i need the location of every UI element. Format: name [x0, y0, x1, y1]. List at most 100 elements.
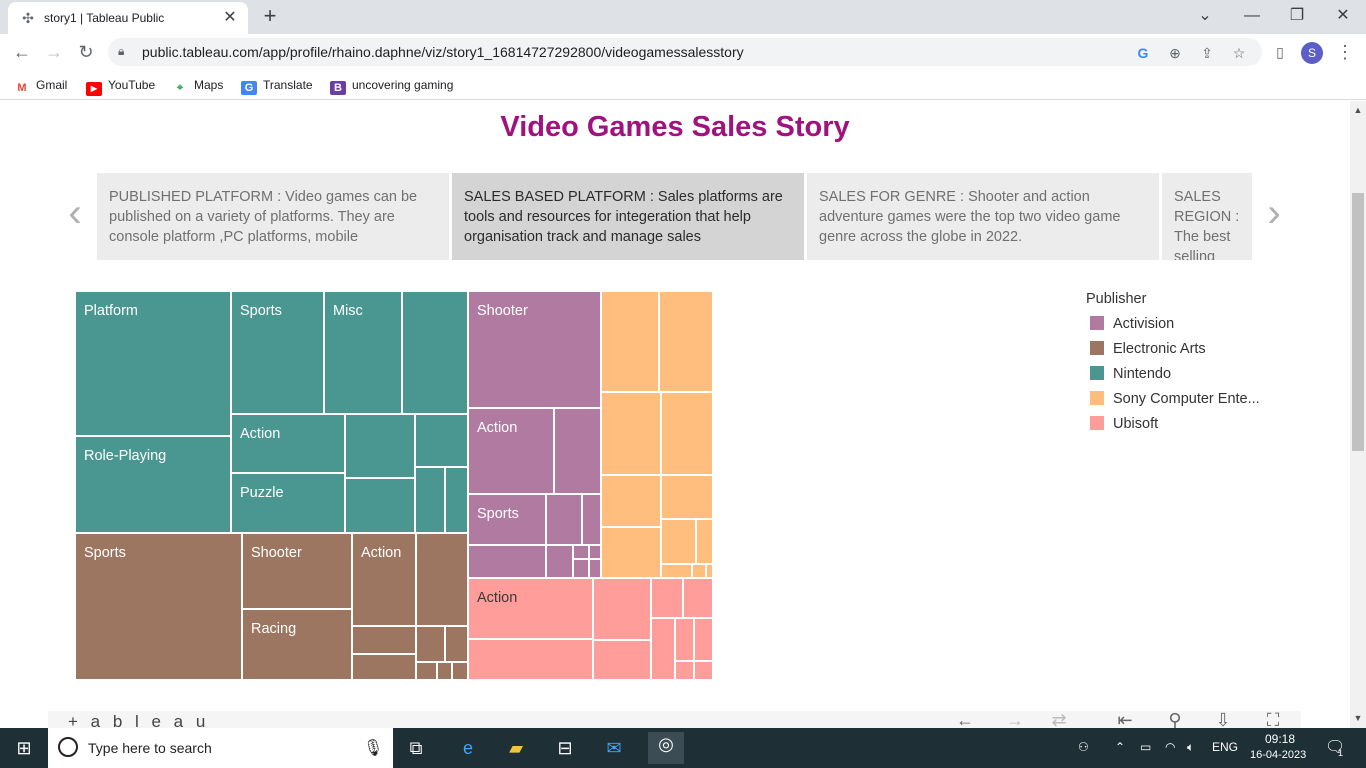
- share-icon[interactable]: ⇪: [1197, 43, 1217, 63]
- story-point-3[interactable]: SALES FOR GENRE : Shooter and action adv…: [807, 173, 1159, 260]
- url-bar[interactable]: 🔒︎ public.tableau.com/app/profile/rhaino…: [108, 38, 1262, 66]
- treemap-cell[interactable]: [706, 564, 713, 578]
- treemap-cell[interactable]: [573, 559, 589, 578]
- treemap-cell[interactable]: [675, 661, 694, 680]
- page-scrollbar[interactable]: ▲ ▼: [1350, 101, 1366, 728]
- legend-item[interactable]: Nintendo: [1090, 366, 1171, 382]
- treemap-cell[interactable]: Platform: [75, 291, 231, 436]
- treemap-cell[interactable]: [601, 475, 661, 527]
- treemap-cell[interactable]: Sports: [75, 533, 242, 680]
- bookmark-youtube[interactable]: ▶ YouTube: [86, 76, 155, 96]
- chrome-icon[interactable]: ◎: [648, 732, 684, 764]
- treemap-cell[interactable]: [546, 494, 582, 545]
- treemap-cell[interactable]: Action: [468, 578, 593, 639]
- windows-start-icon[interactable]: ⊞: [11, 736, 37, 760]
- next-point-chevron-icon[interactable]: ›: [1259, 193, 1289, 237]
- scroll-down-icon[interactable]: ▼: [1353, 713, 1363, 723]
- treemap-cell[interactable]: [696, 519, 713, 564]
- treemap-cell[interactable]: [352, 626, 416, 654]
- treemap-cell[interactable]: [692, 564, 706, 578]
- forward-icon[interactable]: →: [42, 40, 66, 64]
- treemap-cell[interactable]: Shooter: [468, 291, 601, 408]
- treemap-cell[interactable]: [345, 414, 415, 478]
- replay-icon[interactable]: ⇄: [1048, 711, 1070, 728]
- treemap-cell[interactable]: Action: [468, 408, 554, 494]
- revert-icon[interactable]: ⇤: [1114, 711, 1136, 728]
- new-tab-button[interactable]: +: [258, 5, 282, 29]
- language-indicator[interactable]: ENG: [1212, 740, 1238, 754]
- bookmark-uncovering-gaming[interactable]: Buncovering gaming: [330, 76, 453, 95]
- microphone-icon[interactable]: 🎙︎: [363, 738, 383, 758]
- redo-icon[interactable]: →: [1004, 711, 1026, 728]
- treemap-cell[interactable]: Sports: [231, 291, 324, 414]
- treemap-cell[interactable]: [589, 545, 601, 559]
- treemap-cell[interactable]: Sports: [468, 494, 546, 545]
- tab-search-icon[interactable]: ⌄: [1190, 4, 1220, 28]
- edge-icon[interactable]: e: [455, 736, 481, 760]
- prev-point-chevron-icon[interactable]: ‹: [60, 193, 90, 237]
- treemap-cell[interactable]: [402, 291, 468, 414]
- treemap-cell[interactable]: [675, 618, 694, 661]
- bookmark-star-icon[interactable]: ☆: [1229, 43, 1249, 63]
- mail-icon[interactable]: ✉: [601, 736, 627, 760]
- story-point-1[interactable]: PUBLISHED PLATFORM : Video games can be …: [97, 173, 449, 260]
- scroll-up-icon[interactable]: ▲: [1353, 105, 1363, 115]
- treemap-cell[interactable]: [445, 626, 468, 662]
- google-icon[interactable]: G: [1133, 43, 1153, 63]
- treemap-cell[interactable]: [694, 618, 713, 661]
- taskbar-search[interactable]: Type here to search 🎙︎: [48, 728, 393, 768]
- minimize-button[interactable]: —: [1237, 4, 1267, 28]
- treemap-cell[interactable]: [601, 392, 661, 475]
- treemap-cell[interactable]: [589, 559, 601, 578]
- treemap-cell[interactable]: [445, 467, 468, 533]
- legend-item[interactable]: Electronic Arts: [1090, 341, 1206, 357]
- treemap-cell[interactable]: [415, 467, 445, 533]
- treemap-cell[interactable]: [416, 662, 437, 680]
- people-icon[interactable]: ⚇: [1078, 740, 1089, 754]
- treemap-cell[interactable]: [593, 578, 651, 640]
- reload-icon[interactable]: ↻: [74, 40, 98, 64]
- menu-icon[interactable]: ⋮: [1333, 40, 1357, 64]
- treemap-cell[interactable]: [601, 527, 661, 578]
- url-text[interactable]: public.tableau.com/app/profile/rhaino.da…: [142, 44, 744, 60]
- share-viz-icon[interactable]: ⚲: [1164, 711, 1186, 728]
- restore-button[interactable]: ❐: [1282, 4, 1312, 28]
- treemap-cell[interactable]: [415, 414, 468, 467]
- task-view-icon[interactable]: ⧉: [403, 736, 429, 760]
- treemap-cell[interactable]: [416, 533, 468, 626]
- treemap-cell[interactable]: [601, 291, 659, 392]
- undo-icon[interactable]: ←: [954, 711, 976, 728]
- search-input[interactable]: Type here to search: [88, 740, 212, 756]
- volume-icon[interactable]: 🔈︎: [1187, 740, 1194, 755]
- treemap-cell[interactable]: [352, 654, 416, 680]
- story-point-4[interactable]: SALES REGION : The best selling game to …: [1162, 173, 1252, 260]
- scroll-thumb[interactable]: [1352, 193, 1364, 451]
- lock-icon[interactable]: 🔒︎: [118, 44, 132, 60]
- treemap-cell[interactable]: Puzzle: [231, 473, 345, 533]
- bookmark-translate[interactable]: G Translate: [241, 76, 313, 95]
- zoom-icon[interactable]: ⊕: [1165, 43, 1185, 63]
- treemap-cell[interactable]: [468, 545, 546, 578]
- treemap-cell[interactable]: [452, 662, 468, 680]
- legend-item[interactable]: Activision: [1090, 316, 1174, 332]
- treemap-cell[interactable]: Racing: [242, 609, 352, 680]
- show-hidden-icons[interactable]: ⌃: [1115, 740, 1125, 754]
- legend-item[interactable]: Sony Computer Ente...: [1090, 391, 1260, 407]
- treemap-cell[interactable]: [416, 626, 445, 662]
- treemap-cell[interactable]: Role-Playing: [75, 436, 231, 533]
- treemap-cell[interactable]: [661, 392, 713, 475]
- treemap-cell[interactable]: Shooter: [242, 533, 352, 609]
- fullscreen-icon[interactable]: ⛶: [1262, 711, 1284, 728]
- back-icon[interactable]: ←: [10, 40, 34, 64]
- close-window-button[interactable]: ✕: [1328, 4, 1358, 28]
- file-explorer-icon[interactable]: ▰: [503, 736, 529, 760]
- download-icon[interactable]: ⇩: [1212, 711, 1234, 728]
- treemap-cell[interactable]: [554, 408, 601, 494]
- bookmark-gmail[interactable]: M Gmail: [14, 76, 67, 95]
- treemap-cell[interactable]: [345, 478, 415, 533]
- treemap-cell[interactable]: [683, 578, 713, 618]
- treemap-cell[interactable]: [593, 640, 651, 680]
- profile-avatar[interactable]: S: [1301, 42, 1323, 64]
- treemap-cell[interactable]: [661, 564, 692, 578]
- treemap-cell[interactable]: [573, 545, 589, 559]
